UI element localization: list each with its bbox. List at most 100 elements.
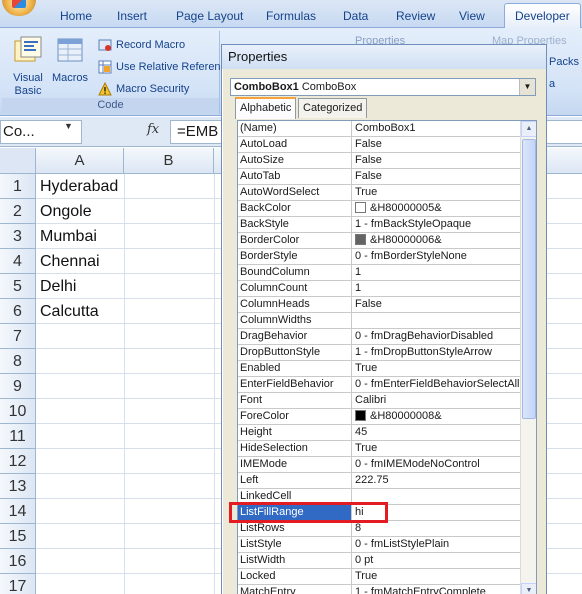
- tab-page-layout[interactable]: Page Layout: [176, 9, 243, 23]
- property-row[interactable]: AutoSize False: [238, 153, 520, 169]
- row-header[interactable]: 13: [0, 474, 36, 499]
- visual-basic-button[interactable]: Visual Basic: [8, 35, 48, 98]
- row-header[interactable]: 5: [0, 274, 36, 299]
- property-row[interactable]: DragBehavior 0 - fmDragBehaviorDisabled: [238, 329, 520, 345]
- tab-developer[interactable]: Developer: [504, 3, 581, 29]
- row-header[interactable]: 9: [0, 374, 36, 399]
- tab-insert[interactable]: Insert: [117, 9, 147, 23]
- property-row[interactable]: AutoWordSelect True: [238, 185, 520, 201]
- property-list-scrollbar[interactable]: ▲ ▼: [520, 121, 536, 594]
- row-header[interactable]: 2: [0, 199, 36, 224]
- property-value[interactable]: Calibri: [353, 393, 520, 408]
- property-value[interactable]: 0 - fmDragBehaviorDisabled: [353, 329, 520, 344]
- row-header[interactable]: 6: [0, 299, 36, 324]
- object-selector-dropdown-icon[interactable]: ▼: [519, 79, 535, 95]
- property-value[interactable]: False: [353, 137, 520, 152]
- row-header[interactable]: 14: [0, 499, 36, 524]
- property-value[interactable]: True: [353, 185, 520, 200]
- property-row[interactable]: ForeColor &H80000008&: [238, 409, 520, 425]
- property-row[interactable]: IMEMode 0 - fmIMEModeNoControl: [238, 457, 520, 473]
- property-row[interactable]: ColumnCount 1: [238, 281, 520, 297]
- tab-view[interactable]: View: [459, 9, 485, 23]
- cell-a4[interactable]: Chennai: [40, 249, 100, 274]
- property-row[interactable]: Height 45: [238, 425, 520, 441]
- properties-window-title[interactable]: Properties: [222, 45, 546, 69]
- row-header[interactable]: 11: [0, 424, 36, 449]
- tab-categorized[interactable]: Categorized: [298, 98, 368, 118]
- relative-references-button[interactable]: Use Relative Reference: [98, 58, 232, 76]
- property-row[interactable]: EnterFieldBehavior 0 - fmEnterFieldBehavi…: [238, 377, 520, 393]
- column-header-b[interactable]: B: [124, 148, 214, 174]
- cell-a6[interactable]: Calcutta: [40, 299, 99, 324]
- property-row[interactable]: (Name) ComboBox1: [238, 121, 520, 137]
- expansion-packs-button-partial[interactable]: Packs: [549, 56, 579, 68]
- record-macro-button[interactable]: Record Macro: [98, 36, 185, 54]
- tab-formulas[interactable]: Formulas: [266, 9, 316, 23]
- property-row[interactable]: Font Calibri: [238, 393, 520, 409]
- property-value[interactable]: 1: [353, 281, 520, 296]
- property-value[interactable]: 45: [353, 425, 520, 440]
- property-row[interactable]: ListRows 8: [238, 521, 520, 537]
- property-value[interactable]: 0 - fmEnterFieldBehaviorSelectAll: [353, 377, 520, 392]
- tab-review[interactable]: Review: [396, 9, 435, 23]
- property-row[interactable]: AutoLoad False: [238, 137, 520, 153]
- property-value[interactable]: 0 - fmBorderStyleNone: [353, 249, 520, 264]
- cell-a1[interactable]: Hyderabad: [40, 174, 118, 199]
- row-header[interactable]: 7: [0, 324, 36, 349]
- property-value[interactable]: 0 pt: [353, 553, 520, 568]
- property-value[interactable]: 8: [353, 521, 520, 536]
- row-header[interactable]: 16: [0, 549, 36, 574]
- scroll-down-icon[interactable]: ▼: [521, 583, 536, 594]
- macros-button[interactable]: Macros: [50, 35, 90, 85]
- property-value[interactable]: True: [353, 361, 520, 376]
- property-value[interactable]: 1 - fmMatchEntryComplete: [353, 585, 520, 594]
- property-row[interactable]: BorderStyle 0 - fmBorderStyleNone: [238, 249, 520, 265]
- property-row[interactable]: ColumnHeads False: [238, 297, 520, 313]
- property-value[interactable]: &H80000008&: [353, 409, 520, 424]
- property-row[interactable]: ListStyle 0 - fmListStylePlain: [238, 537, 520, 553]
- row-header[interactable]: 3: [0, 224, 36, 249]
- property-value[interactable]: False: [353, 169, 520, 184]
- property-row[interactable]: ColumnWidths: [238, 313, 520, 329]
- property-row[interactable]: BoundColumn 1: [238, 265, 520, 281]
- property-row[interactable]: BackColor &H80000005&: [238, 201, 520, 217]
- property-value[interactable]: &H80000005&: [353, 201, 520, 216]
- row-header[interactable]: 1: [0, 174, 36, 199]
- column-header-a[interactable]: A: [36, 148, 124, 174]
- property-row[interactable]: BorderColor &H80000006&: [238, 233, 520, 249]
- row-header[interactable]: 10: [0, 399, 36, 424]
- property-value[interactable]: 0 - fmListStylePlain: [353, 537, 520, 552]
- property-value[interactable]: True: [353, 569, 520, 584]
- cell-a5[interactable]: Delhi: [40, 274, 76, 299]
- row-header[interactable]: 12: [0, 449, 36, 474]
- property-row[interactable]: DropButtonStyle 1 - fmDropButtonStyleArro…: [238, 345, 520, 361]
- scroll-up-icon[interactable]: ▲: [521, 121, 536, 137]
- row-header[interactable]: 8: [0, 349, 36, 374]
- property-row[interactable]: Left 222.75: [238, 473, 520, 489]
- scrollbar-thumb[interactable]: [522, 139, 536, 419]
- property-row[interactable]: Enabled True: [238, 361, 520, 377]
- property-row[interactable]: AutoTab False: [238, 169, 520, 185]
- row-header[interactable]: 4: [0, 249, 36, 274]
- property-value[interactable]: [353, 313, 520, 328]
- office-button[interactable]: [2, 0, 36, 16]
- property-row[interactable]: ListWidth 0 pt: [238, 553, 520, 569]
- property-row[interactable]: MatchEntry 1 - fmMatchEntryComplete: [238, 585, 520, 594]
- property-value[interactable]: &H80000006&: [353, 233, 520, 248]
- property-row[interactable]: HideSelection True: [238, 441, 520, 457]
- refresh-data-button-partial[interactable]: a: [549, 78, 555, 90]
- select-all-corner[interactable]: [0, 148, 36, 174]
- tab-alphabetic[interactable]: Alphabetic: [235, 97, 297, 119]
- property-value[interactable]: 0 - fmIMEModeNoControl: [353, 457, 520, 472]
- property-value[interactable]: True: [353, 441, 520, 456]
- name-box-dropdown-icon[interactable]: ▼: [64, 121, 73, 131]
- row-header[interactable]: 15: [0, 524, 36, 549]
- property-value[interactable]: 1 - fmBackStyleOpaque: [353, 217, 520, 232]
- property-value[interactable]: ComboBox1: [353, 121, 520, 136]
- property-value[interactable]: False: [353, 297, 520, 312]
- property-value[interactable]: 1 - fmDropButtonStyleArrow: [353, 345, 520, 360]
- insert-function-icon[interactable]: fx: [147, 122, 159, 137]
- object-selector[interactable]: ComboBox1 ComboBox ▼: [230, 78, 536, 96]
- cell-a2[interactable]: Ongole: [40, 199, 92, 224]
- property-value[interactable]: 1: [353, 265, 520, 280]
